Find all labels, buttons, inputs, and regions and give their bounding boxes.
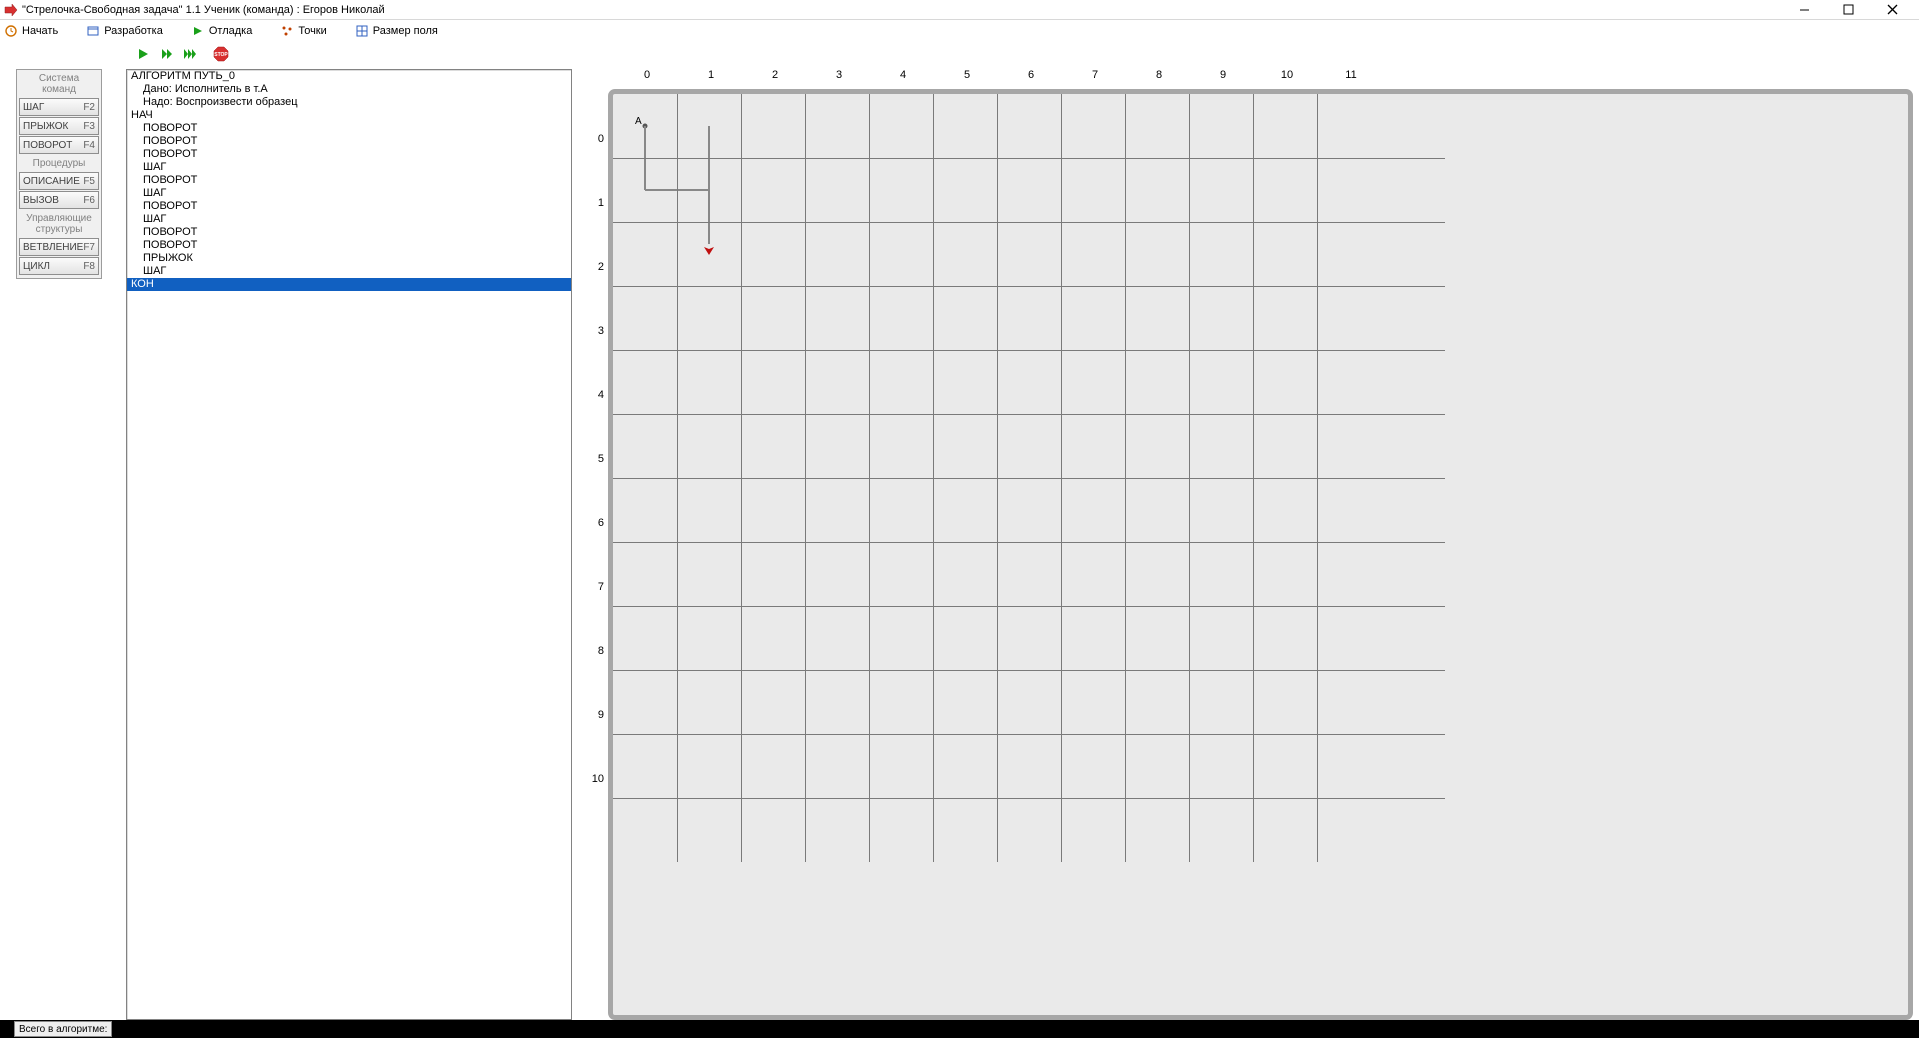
row-label: 2 [584, 261, 606, 273]
row-label: 1 [584, 197, 606, 209]
svg-text:STOP: STOP [214, 52, 228, 58]
row-label: 5 [584, 453, 606, 465]
toolbar-points[interactable]: Точки [280, 24, 326, 38]
cmd-call[interactable]: ВЫЗОВF6 [19, 191, 99, 209]
col-label: 1 [708, 69, 714, 81]
maximize-button[interactable] [1833, 1, 1863, 19]
grid-column-labels: 0 1 2 3 4 5 6 7 8 9 10 11 [615, 69, 1913, 87]
debug-icon [191, 24, 205, 38]
code-line[interactable]: ПОВОРОТ [127, 239, 571, 252]
cmd-head-system: Система команд [17, 70, 101, 97]
code-line[interactable]: ПРЫЖОК [127, 252, 571, 265]
code-line[interactable]: Дано: Исполнитель в т.А [127, 83, 571, 96]
toolbar-develop[interactable]: Разработка [86, 24, 163, 38]
cmd-head-procedures: Процедуры [17, 155, 101, 171]
toolbar-start[interactable]: Начать [4, 24, 58, 38]
code-line[interactable]: ПОВОРОТ [127, 200, 571, 213]
col-label: 10 [1281, 69, 1293, 81]
arrow-head-icon [703, 244, 715, 259]
cmd-step[interactable]: ШАГF2 [19, 98, 99, 116]
cmd-branch[interactable]: ВЕТВЛЕНИЕF7 [19, 238, 99, 256]
toolbar-start-label: Начать [22, 25, 58, 37]
run-button[interactable] [134, 46, 152, 62]
window-buttons [1789, 1, 1915, 19]
path-segment [708, 190, 710, 244]
code-line[interactable]: ПОВОРОТ [127, 148, 571, 161]
status-text: Всего в алгоритме: [14, 1021, 112, 1037]
toolbar-develop-label: Разработка [104, 25, 163, 37]
points-icon [280, 24, 294, 38]
command-panel: Система команд ШАГF2 ПРЫЖОКF3 ПОВОРОТF4 … [16, 69, 102, 279]
row-label: 4 [584, 389, 606, 401]
cmd-jump[interactable]: ПРЫЖОКF3 [19, 117, 99, 135]
col-label: 8 [1156, 69, 1162, 81]
code-line[interactable]: ПОВОРОТ [127, 135, 571, 148]
row-label: 9 [584, 709, 606, 721]
start-icon [4, 24, 18, 38]
code-line[interactable]: ШАГ [127, 265, 571, 278]
col-label: 5 [964, 69, 970, 81]
stop-button[interactable]: STOP [212, 46, 230, 62]
row-label: 0 [584, 133, 606, 145]
cmd-head-control: Управляющие структуры [17, 210, 101, 237]
main-toolbar: Начать Разработка Отладка Точки Размер п… [0, 20, 1919, 40]
grid-area: 0 1 2 3 4 5 6 7 8 9 10 11 0 1 2 3 4 5 6 7 8 9 10 A [584, 69, 1913, 1020]
row-label: 7 [584, 581, 606, 593]
row-label: 10 [584, 773, 606, 785]
grid-canvas[interactable]: A [613, 94, 1908, 1015]
toolbar-fieldsize-label: Размер поля [373, 25, 438, 37]
col-label: 2 [772, 69, 778, 81]
develop-icon [86, 24, 100, 38]
row-label: 6 [584, 517, 606, 529]
code-line[interactable]: ШАГ [127, 213, 571, 226]
col-label: 11 [1345, 69, 1356, 81]
code-line[interactable]: ШАГ [127, 161, 571, 174]
toolbar-points-label: Точки [298, 25, 326, 37]
code-line[interactable]: ШАГ [127, 187, 571, 200]
col-label: 9 [1220, 69, 1226, 81]
code-line[interactable]: ПОВОРОТ [127, 122, 571, 135]
row-label: 3 [584, 325, 606, 337]
cmd-describe[interactable]: ОПИСАНИЕF5 [19, 172, 99, 190]
col-label: 4 [900, 69, 906, 81]
col-label: 6 [1028, 69, 1034, 81]
fieldsize-icon [355, 24, 369, 38]
step-over-button[interactable] [158, 46, 176, 62]
col-label: 0 [644, 69, 650, 81]
toolbar-debug-label: Отладка [209, 25, 252, 37]
col-label: 3 [836, 69, 842, 81]
toolbar-fieldsize[interactable]: Размер поля [355, 24, 438, 38]
code-editor[interactable]: АЛГОРИТМ ПУТЬ_0 Дано: Исполнитель в т.А … [126, 69, 572, 1020]
work-area: Система команд ШАГF2 ПРЫЖОКF3 ПОВОРОТF4 … [0, 63, 1919, 1020]
code-line[interactable]: ПОВОРОТ [127, 174, 571, 187]
row-label: 8 [584, 645, 606, 657]
status-bar: Всего в алгоритме: [0, 1020, 1919, 1038]
cmd-turn[interactable]: ПОВОРОТF4 [19, 136, 99, 154]
step-into-button[interactable] [182, 46, 200, 62]
close-button[interactable] [1877, 1, 1907, 19]
code-line[interactable]: НАЧ [127, 109, 571, 122]
code-line-selected[interactable]: КОН [127, 278, 571, 291]
cmd-loop[interactable]: ЦИКЛF8 [19, 257, 99, 275]
col-label: 7 [1092, 69, 1098, 81]
title-bar: "Стрелочка-Свободная задача" 1.1 Ученик … [0, 0, 1919, 20]
toolbar-debug[interactable]: Отладка [191, 24, 252, 38]
code-line[interactable]: Надо: Воспроизвести образец [127, 96, 571, 109]
start-point-label: A [635, 116, 642, 127]
code-line[interactable]: АЛГОРИТМ ПУТЬ_0 [127, 70, 571, 83]
app-icon [4, 3, 18, 17]
code-line[interactable]: ПОВОРОТ [127, 226, 571, 239]
minimize-button[interactable] [1789, 1, 1819, 19]
grid-frame: A [608, 89, 1913, 1020]
window-title: "Стрелочка-Свободная задача" 1.1 Ученик … [22, 4, 385, 16]
